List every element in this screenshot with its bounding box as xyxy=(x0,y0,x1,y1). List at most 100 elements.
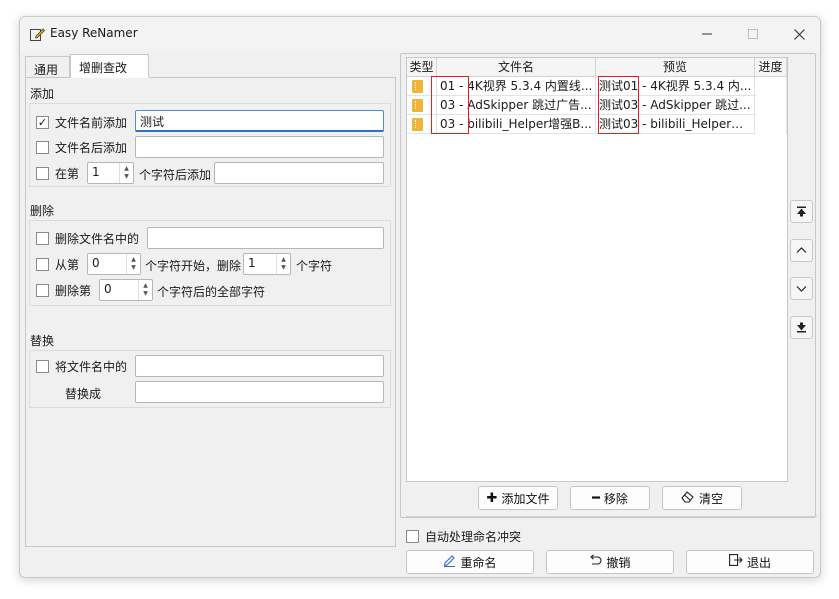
arrow-to-bottom-icon xyxy=(797,322,806,333)
minimize-button[interactable] xyxy=(684,17,730,51)
delete-group: 删除文件名中的 从第 0 ▲▼ 个字符开始，删除 1 ▲▼ 个字符 删除第 xyxy=(29,220,391,306)
prefix-input[interactable]: 测试 xyxy=(135,110,384,132)
auto-conflict-label: 自动处理命名冲突 xyxy=(425,529,522,544)
arrow-to-top-icon xyxy=(797,206,806,217)
title-bar: Easy ReNamer xyxy=(20,17,820,51)
prefix-checkbox[interactable]: ✓ xyxy=(36,115,49,129)
stepper-arrows-icon[interactable]: ▲ ▼ xyxy=(119,163,133,183)
replace-group: 将文件名中的 替换成 xyxy=(29,350,391,408)
zip-file-icon xyxy=(412,80,423,93)
column-preview[interactable]: 预览 xyxy=(596,58,755,77)
prefix-label: 文件名前添加 xyxy=(55,115,128,130)
window-title: Easy ReNamer xyxy=(50,26,138,40)
insert-position-stepper[interactable]: 1 ▲ ▼ xyxy=(87,162,134,184)
exit-icon xyxy=(729,554,743,570)
delete-range-label: 从第 xyxy=(55,257,80,272)
prefix-number-highlight xyxy=(431,76,469,134)
column-type[interactable]: 类型 xyxy=(407,58,437,77)
insert-text-input[interactable] xyxy=(214,162,384,184)
suffix-checkbox[interactable] xyxy=(36,140,49,154)
tab-edit[interactable]: 增删查改 xyxy=(70,54,149,78)
app-window: Easy ReNamer 通用 增删查改 添加 ✓ 文件名前添加 测试 文件名后… xyxy=(19,16,821,578)
remove-text-label: 删除文件名中的 xyxy=(55,231,140,246)
delete-start-value: 0 xyxy=(92,256,100,270)
delete-after-value: 0 xyxy=(104,282,112,296)
plus-icon: ✚ xyxy=(486,490,498,506)
maximize-button[interactable] xyxy=(730,17,776,51)
minus-icon: ━ xyxy=(592,490,600,506)
move-top-button[interactable] xyxy=(790,200,813,223)
add-file-button[interactable]: ✚ 添加文件 xyxy=(478,486,558,510)
tab-general[interactable]: 通用 xyxy=(25,56,70,78)
clear-label: 清空 xyxy=(698,491,723,506)
replace-checkbox[interactable] xyxy=(36,359,49,373)
remove-button[interactable]: ━ 移除 xyxy=(570,486,650,510)
delete-count-stepper[interactable]: 1 ▲ ▼ xyxy=(243,253,291,275)
pencil-icon xyxy=(443,554,456,571)
replace-with-input[interactable] xyxy=(135,381,384,403)
move-bottom-button[interactable] xyxy=(790,316,813,339)
exit-button[interactable]: 退出 xyxy=(686,550,814,574)
delete-after-checkbox[interactable] xyxy=(36,283,49,297)
move-down-button[interactable] xyxy=(790,277,813,300)
progress-cell xyxy=(755,96,787,115)
column-progress[interactable]: 进度 xyxy=(755,58,787,77)
add-file-label: 添加文件 xyxy=(501,491,550,506)
column-filename[interactable]: 文件名 xyxy=(437,58,596,77)
suffix-label: 文件名后添加 xyxy=(55,140,128,155)
add-group: ✓ 文件名前添加 测试 文件名后添加 在第 1 ▲ ▼ 个字符后添加 xyxy=(29,103,391,187)
clear-button[interactable]: 清空 xyxy=(662,486,742,510)
close-icon xyxy=(793,28,805,40)
insert-at-label: 在第 xyxy=(55,166,80,181)
stepper-arrows-icon[interactable]: ▲ ▼ xyxy=(276,254,290,274)
progress-cell xyxy=(755,77,787,96)
add-section-title: 添加 xyxy=(30,87,55,101)
divider xyxy=(406,516,817,517)
stepper-arrows-icon[interactable]: ▲ ▼ xyxy=(138,280,152,300)
insert-position-value: 1 xyxy=(92,165,100,179)
remove-text-checkbox[interactable] xyxy=(36,231,49,245)
stepper-arrows-icon[interactable]: ▲ ▼ xyxy=(126,254,140,274)
minimize-icon xyxy=(702,33,712,35)
remove-label: 移除 xyxy=(603,491,628,506)
delete-range-checkbox[interactable] xyxy=(36,257,49,271)
move-up-button[interactable] xyxy=(790,239,813,262)
replace-find-input[interactable] xyxy=(135,355,384,377)
rename-button[interactable]: 重命名 xyxy=(406,550,534,574)
replace-section-title: 替换 xyxy=(30,334,55,348)
preview-prefix-highlight xyxy=(598,76,639,134)
undo-label: 撤销 xyxy=(606,555,631,570)
eraser-icon xyxy=(681,490,695,507)
zip-file-icon xyxy=(412,99,423,112)
insert-after-label: 个字符后添加 xyxy=(139,168,212,182)
chevron-down-icon xyxy=(796,286,807,292)
options-pane: 添加 ✓ 文件名前添加 测试 文件名后添加 在第 1 ▲ ▼ 个字符后添加 删除… xyxy=(25,77,396,547)
delete-range-end-label: 个字符 xyxy=(296,259,333,273)
rename-label: 重命名 xyxy=(460,555,497,570)
replace-find-label: 将文件名中的 xyxy=(55,359,128,374)
table-header: 类型 文件名 预览 进度 xyxy=(407,58,787,77)
exit-label: 退出 xyxy=(746,555,771,570)
auto-conflict-row: 自动处理命名冲突 xyxy=(406,525,521,547)
edit-note-icon xyxy=(30,28,45,41)
file-table[interactable]: 类型 文件名 预览 进度 01 - 4K视界 5.3.4 内置线... 测试01… xyxy=(406,57,788,482)
delete-after-stepper[interactable]: 0 ▲ ▼ xyxy=(99,279,153,301)
delete-after-label: 删除第 xyxy=(55,283,92,298)
delete-section-title: 删除 xyxy=(30,204,55,218)
insert-at-checkbox[interactable] xyxy=(36,166,49,180)
remove-text-input[interactable] xyxy=(147,227,384,249)
undo-button[interactable]: 撤销 xyxy=(546,550,674,574)
progress-cell xyxy=(755,115,787,134)
suffix-input[interactable] xyxy=(135,136,384,158)
close-button[interactable] xyxy=(776,17,820,51)
replace-with-label: 替换成 xyxy=(65,387,102,401)
delete-count-value: 1 xyxy=(248,256,256,270)
delete-range-mid-label: 个字符开始，删除 xyxy=(145,259,242,273)
chevron-up-icon xyxy=(796,247,807,253)
undo-icon xyxy=(589,554,603,570)
maximize-icon xyxy=(748,29,758,39)
delete-after-end-label: 个字符后的全部字符 xyxy=(157,285,266,299)
zip-file-icon xyxy=(412,118,423,131)
auto-conflict-checkbox[interactable] xyxy=(406,529,419,543)
delete-start-stepper[interactable]: 0 ▲ ▼ xyxy=(87,253,141,275)
